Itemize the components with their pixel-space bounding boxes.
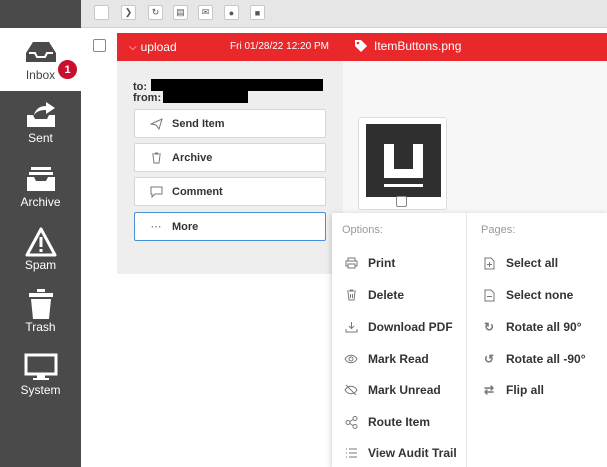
flip-all-option[interactable]: ⇄ Flip all [482, 383, 544, 397]
trash-icon [0, 288, 81, 320]
more-label: More [172, 220, 199, 233]
mark-unread-label: Mark Unread [368, 383, 441, 397]
delete-label: Delete [368, 288, 405, 302]
rotate-all-neg90-option[interactable]: ↺ Rotate all -90° [482, 352, 586, 366]
pages-header: Pages: [481, 224, 516, 236]
send-icon [149, 117, 163, 130]
refresh-icon[interactable]: ↻ [148, 5, 163, 20]
subject-text: upload [140, 40, 177, 54]
sidebar-item-label: Spam [24, 258, 57, 272]
comment-label: Comment [172, 185, 223, 198]
share-icon [344, 415, 358, 429]
from-label: from: [133, 92, 162, 104]
sidebar-item-trash[interactable]: Trash [0, 280, 81, 343]
attachment-thumbnail[interactable] [358, 117, 447, 210]
sidebar-item-label: Trash [25, 320, 56, 334]
sidebar: Inbox 1 Sent Archive Spam Trash System [0, 0, 81, 467]
route-item-option[interactable]: Route Item [344, 415, 430, 429]
comment-icon[interactable]: ● [224, 5, 239, 20]
sidebar-item-label: Archive [20, 195, 61, 209]
send-item-label: Send Item [172, 117, 225, 130]
rotate-cw-icon: ↻ [483, 320, 495, 334]
rotate-all-neg90-label: Rotate all -90° [506, 352, 586, 366]
download-icon [344, 321, 358, 333]
page-minus-icon [482, 289, 496, 302]
select-all-pages-option[interactable]: Select all [482, 256, 558, 270]
message-date: Fri 01/28/22 12:20 PM [230, 41, 329, 52]
tag-icon [355, 40, 367, 52]
send-item-button[interactable]: Send Item [134, 109, 326, 138]
monitor-icon [0, 351, 81, 383]
sidebar-item-inbox[interactable]: Inbox 1 [0, 28, 81, 91]
archive-icon[interactable]: ▤ [173, 5, 188, 20]
flip-icon: ⇄ [483, 383, 495, 397]
sidebar-item-label: Sent [28, 131, 53, 145]
flip-all-label: Flip all [506, 383, 545, 397]
video-icon[interactable]: ■ [250, 5, 265, 20]
chevron-down-icon: ⌵ [129, 41, 137, 53]
route-item-label: Route Item [368, 415, 431, 429]
print-option[interactable]: Print [344, 256, 395, 270]
toolbar: ❯ ↻ ▤ ✉ ● ■ [81, 0, 607, 28]
mark-unread-option[interactable]: Mark Unread [344, 383, 441, 397]
redacted-sender [163, 91, 248, 103]
message-subject[interactable]: ⌵ upload [129, 40, 177, 54]
delete-option[interactable]: Delete [344, 288, 404, 302]
attachment-link[interactable]: ItemButtons.png [354, 39, 461, 53]
page-select-checkbox[interactable] [396, 196, 407, 207]
archive-label: Archive [172, 151, 213, 164]
print-icon [344, 257, 358, 269]
select-none-label: Select none [506, 288, 574, 302]
rotate-ccw-icon: ↺ [483, 352, 495, 366]
dropdown-divider [466, 213, 467, 467]
ellipsis-icon: ⋯ [150, 221, 162, 233]
archive-icon [0, 163, 81, 195]
select-all-label: Select all [506, 256, 559, 270]
rotate-all-90-option[interactable]: ↻ Rotate all 90° [482, 320, 582, 334]
unread-count-badge: 1 [57, 59, 78, 80]
message-header-bar[interactable]: ⌵ upload Fri 01/28/22 12:20 PM ItemButto… [117, 33, 607, 61]
sidebar-item-system[interactable]: System [0, 343, 81, 406]
more-button[interactable]: ⋯ More [134, 212, 326, 241]
sidebar-item-label: System [20, 383, 61, 397]
redacted-recipient [151, 79, 323, 91]
more-options-dropdown: Options: Pages: Print Delete Download PD… [332, 213, 607, 467]
spam-warning-icon [0, 226, 81, 258]
options-header: Options: [342, 224, 383, 236]
sidebar-item-spam[interactable]: Spam [0, 218, 81, 281]
mail-icon[interactable]: ✉ [198, 5, 213, 20]
comment-icon [149, 186, 163, 198]
archive-button[interactable]: Archive [134, 143, 326, 172]
select-all-checkbox[interactable] [94, 5, 109, 20]
u-logo-image [366, 124, 441, 197]
rotate-all-90-label: Rotate all 90° [506, 320, 582, 334]
select-none-pages-option[interactable]: Select none [482, 288, 573, 302]
attachment-filename: ItemButtons.png [374, 39, 462, 53]
download-pdf-option[interactable]: Download PDF [344, 320, 453, 334]
trash-icon [149, 152, 163, 164]
trash-icon [344, 289, 358, 301]
comment-button[interactable]: Comment [134, 177, 326, 206]
sidebar-item-archive[interactable]: Archive [0, 155, 81, 218]
download-pdf-label: Download PDF [368, 320, 453, 334]
list-icon [344, 448, 358, 458]
eye-icon [344, 354, 358, 364]
print-label: Print [368, 256, 396, 270]
eye-off-icon [344, 384, 358, 396]
sent-icon [0, 99, 81, 131]
page-plus-icon [482, 257, 496, 270]
message-row-checkbox[interactable] [93, 39, 106, 52]
view-audit-trail-option[interactable]: View Audit Trail [344, 446, 457, 460]
mark-read-option[interactable]: Mark Read [344, 352, 429, 366]
forward-icon[interactable]: ❯ [121, 5, 136, 20]
mark-read-label: Mark Read [368, 352, 429, 366]
view-audit-trail-label: View Audit Trail [368, 446, 457, 460]
sidebar-item-sent[interactable]: Sent [0, 91, 81, 154]
